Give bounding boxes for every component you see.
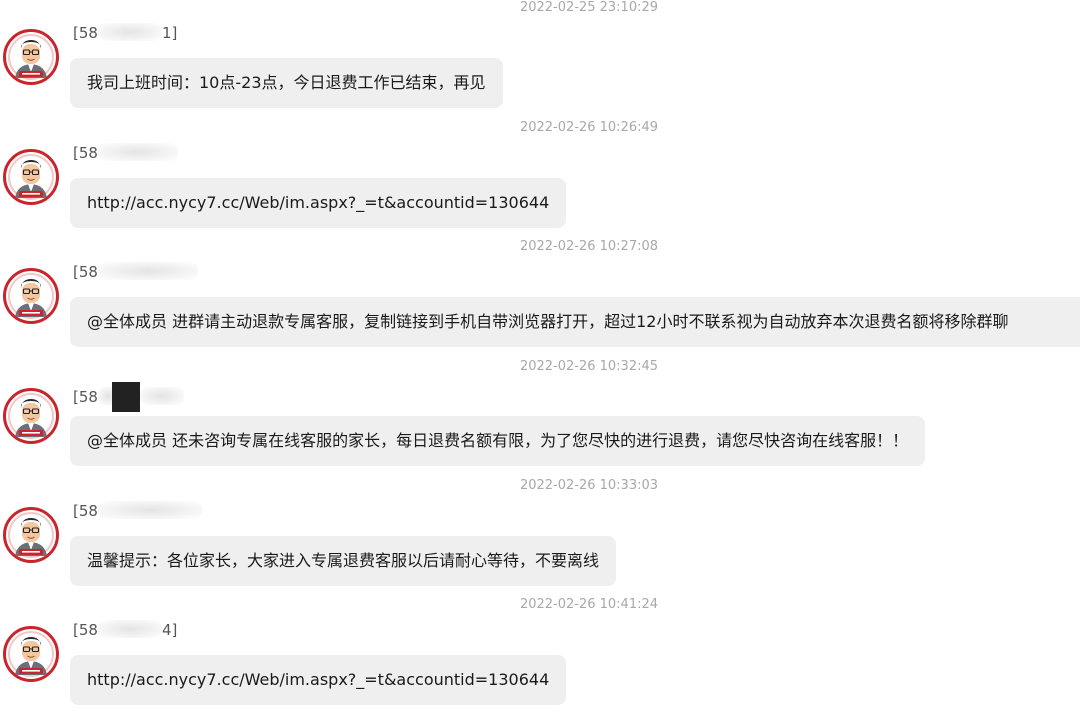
message-timestamp: 2022-02-26 10:26:49 [519, 120, 659, 135]
sender-id-prefix: [58 [73, 502, 98, 520]
message-bubble[interactable]: 我司上班时间：10点-23点，今日退费工作已结束，再见 [70, 58, 503, 108]
cartoon-teacher-avatar-icon [7, 272, 55, 320]
sender-id-prefix: [58 [73, 388, 98, 406]
sender-id-blur [97, 262, 198, 280]
avatar-icon[interactable] [3, 149, 59, 205]
message-timestamp: 2022-02-26 10:32:45 [519, 359, 659, 374]
sender-id[interactable]: [58 [73, 143, 178, 163]
sender-id[interactable]: [58 4] [73, 620, 177, 640]
avatar-icon[interactable] [3, 626, 59, 682]
sender-id[interactable]: [58 [73, 382, 184, 412]
cartoon-teacher-avatar-icon [7, 33, 55, 81]
avatar-icon[interactable] [3, 507, 59, 563]
avatar-icon[interactable] [3, 388, 59, 444]
sender-id[interactable]: [58 1] [73, 23, 177, 43]
message-bubble[interactable]: http://acc.nycy7.cc/Web/im.aspx?_=t&acco… [70, 178, 567, 228]
cartoon-teacher-avatar-icon [7, 511, 55, 559]
message-timestamp: 2022-02-26 10:27:08 [519, 239, 659, 254]
chat-window: 2022-02-25 23:10:29 [58 1] 我司上班时间：10点-23点… [0, 0, 1080, 716]
sender-id-prefix: [58 [73, 144, 98, 162]
avatar-icon[interactable] [3, 268, 59, 324]
sender-id-blur [97, 143, 178, 161]
sender-id-prefix: [58 [73, 621, 98, 639]
sender-id[interactable]: [58 [73, 501, 202, 521]
sender-id-blur [97, 620, 162, 638]
sender-id-prefix: [58 [73, 24, 98, 42]
sender-id[interactable]: [58 [73, 262, 198, 282]
message-bubble[interactable]: @全体成员 还未咨询专属在线客服的家长，每日退费名额有限，为了您尽快的进行退费，… [70, 416, 926, 466]
sender-id-redaction [111, 382, 140, 412]
sender-id-blur [139, 387, 184, 405]
avatar-icon[interactable] [3, 29, 59, 85]
sender-id-blur [97, 501, 202, 519]
message-timestamp: 2022-02-25 23:10:29 [519, 0, 659, 15]
sender-id-suffix: 1] [161, 24, 178, 42]
message-bubble[interactable]: @全体成员 进群请主动退款专属客服，复制链接到手机自带浏览器打开，超过12小时不… [70, 297, 1080, 347]
message-timestamp: 2022-02-26 10:33:03 [519, 478, 659, 493]
message-bubble[interactable]: http://acc.nycy7.cc/Web/im.aspx?_=t&acco… [70, 655, 567, 705]
message-timestamp: 2022-02-26 10:41:24 [519, 597, 659, 612]
cartoon-teacher-avatar-icon [7, 153, 55, 201]
message-bubble[interactable]: 温馨提示：各位家长，大家进入专属退费客服以后请耐心等待，不要离线 [70, 536, 617, 586]
cartoon-teacher-avatar-icon [7, 630, 55, 678]
sender-id-blur [97, 23, 162, 41]
cartoon-teacher-avatar-icon [7, 392, 55, 440]
sender-id-suffix: 4] [161, 621, 178, 639]
sender-id-prefix: [58 [73, 263, 98, 281]
